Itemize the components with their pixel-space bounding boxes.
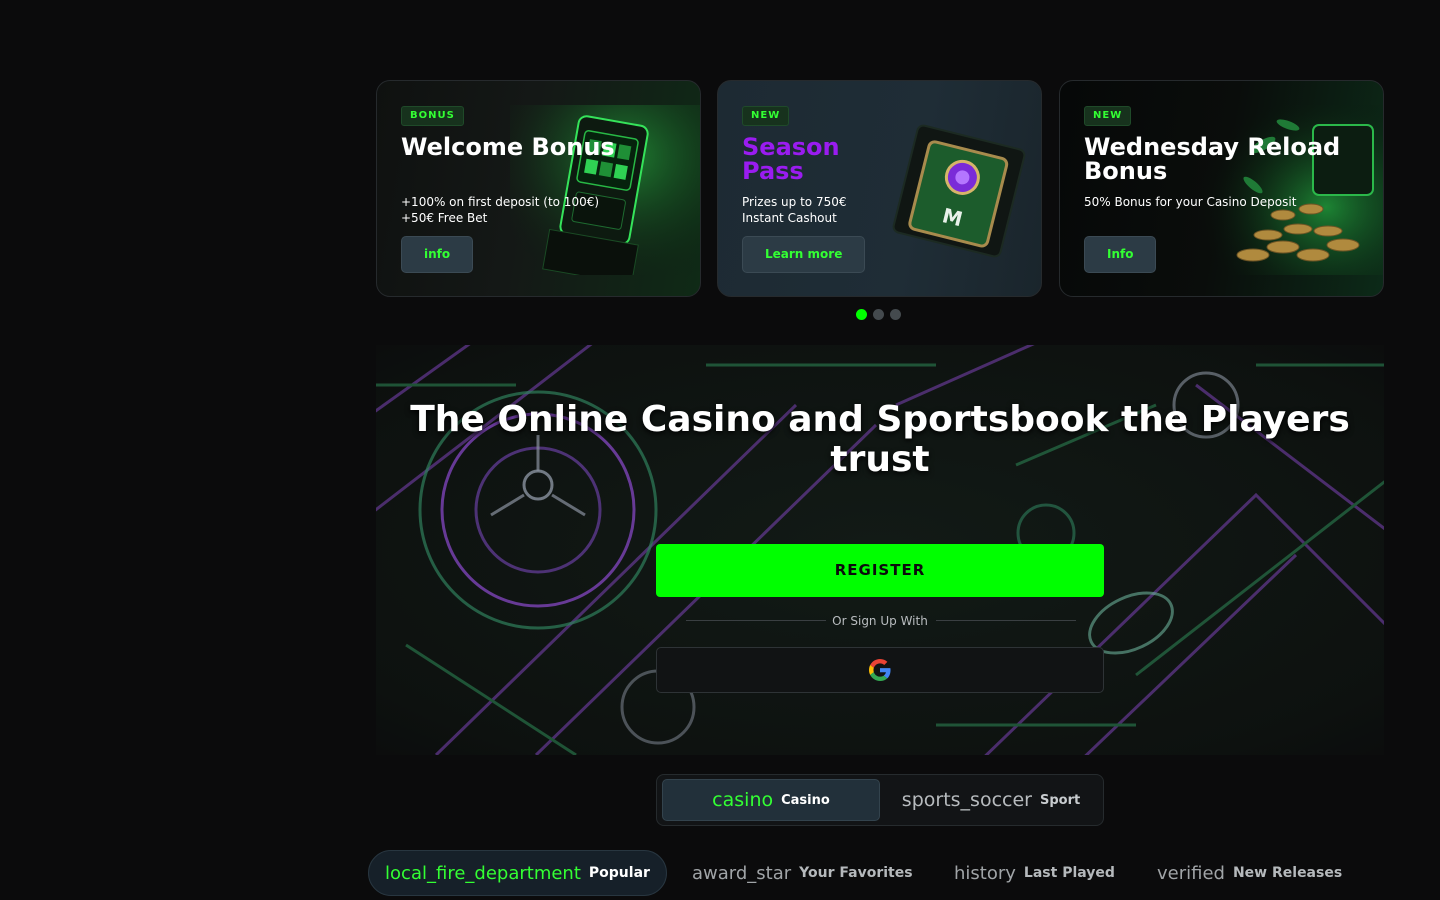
google-signup-button[interactable] — [656, 647, 1104, 693]
tab-label: Last Played — [1023, 865, 1115, 881]
signup-with-label: Or Sign Up With — [832, 614, 928, 628]
casino-sport-toggle: casino Casino sports_soccer Sport — [656, 774, 1104, 826]
promo-card-welcome-bonus[interactable]: BONUS Welcome Bonus +100% on first depos… — [376, 80, 701, 297]
tab-last-played[interactable]: history Last Played — [954, 850, 1115, 896]
history-icon: history — [954, 862, 1016, 884]
promo-title: Welcome Bonus — [401, 133, 615, 161]
promo-card-season-pass[interactable]: M NEW Season Pass Prizes up to 750€ Inst… — [717, 80, 1042, 297]
season-pass-image: M — [892, 124, 1026, 258]
sports-soccer-icon: sports_soccer — [901, 789, 1032, 811]
promo-card-wednesday-reload[interactable]: NEW Wednesday Reload Bonus 50% Bonus for… — [1059, 80, 1384, 297]
promo-badge: BONUS — [401, 106, 464, 126]
promo-info-button[interactable]: Info — [1084, 236, 1157, 273]
promo-description: Prizes up to 750€ Instant Cashout — [742, 194, 1022, 226]
promo-title: Season Pass — [742, 133, 840, 185]
promo-learn-more-button[interactable]: Learn more — [742, 236, 866, 273]
carousel-dot[interactable] — [856, 309, 867, 320]
promo-desc-line: +50€ Free Bet — [401, 211, 488, 225]
register-button[interactable]: REGISTER — [656, 544, 1104, 597]
promo-desc-line: +100% on first deposit (to 100€) — [401, 195, 600, 209]
tab-popular[interactable]: local_fire_department Popular — [368, 850, 667, 896]
promo-description: +100% on first deposit (to 100€) +50€ Fr… — [401, 194, 681, 226]
casino-mode-button[interactable]: casino Casino — [662, 779, 880, 821]
carousel-dot[interactable] — [890, 309, 901, 320]
award-star-icon: award_star — [692, 862, 792, 884]
sport-mode-label: Sport — [1039, 792, 1081, 808]
casino-icon: casino — [712, 789, 774, 811]
promo-badge: NEW — [1084, 106, 1132, 126]
tab-your-favorites[interactable]: award_star Your Favorites — [692, 850, 913, 896]
google-icon — [869, 659, 891, 681]
tab-label: Popular — [588, 865, 650, 881]
fire-icon: local_fire_department — [385, 862, 581, 884]
carousel-dot[interactable] — [873, 309, 884, 320]
slot-machine-image — [510, 105, 700, 275]
casino-mode-label: Casino — [781, 792, 830, 808]
tab-label: New Releases — [1232, 865, 1343, 881]
page: BONUS Welcome Bonus +100% on first depos… — [0, 0, 1440, 900]
promo-desc-line: Prizes up to 750€ — [742, 195, 847, 209]
promo-description: 50% Bonus for your Casino Deposit — [1084, 194, 1364, 210]
tab-new-releases[interactable]: verified New Releases — [1157, 850, 1342, 896]
sport-mode-button[interactable]: sports_soccer Sport — [882, 779, 1100, 821]
promo-title: Wednesday Reload Bonus — [1084, 133, 1341, 185]
promo-desc-line: Instant Cashout — [742, 211, 837, 225]
hero-section: The Online Casino and Sportsbook the Pla… — [376, 345, 1384, 755]
hero-title: The Online Casino and Sportsbook the Pla… — [410, 399, 1350, 480]
carousel-dots — [856, 309, 901, 320]
promo-badge: NEW — [742, 106, 790, 126]
promo-desc-line: 50% Bonus for your Casino Deposit — [1084, 195, 1297, 209]
coins-image — [1193, 105, 1383, 275]
tab-label: Your Favorites — [799, 865, 913, 881]
promo-info-button[interactable]: info — [401, 236, 474, 273]
verified-icon: verified — [1157, 862, 1225, 884]
